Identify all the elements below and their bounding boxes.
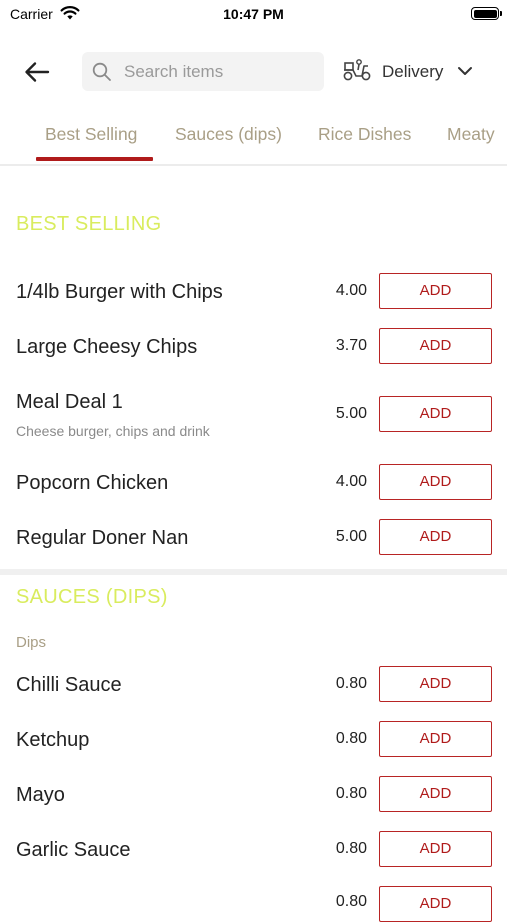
- section-divider: [0, 569, 507, 575]
- add-button[interactable]: ADD: [379, 328, 492, 364]
- delivery-label: Delivery: [382, 62, 444, 81]
- item-name: Mayo: [16, 784, 65, 806]
- item-name: Chilli Sauce: [16, 674, 122, 696]
- item-price: 4.00: [335, 282, 367, 299]
- delivery-mode-selector[interactable]: Delivery: [342, 58, 473, 86]
- item-name: Regular Doner Nan: [16, 527, 189, 549]
- add-button[interactable]: ADD: [379, 886, 492, 922]
- item-description: Cheese burger, chips and drink: [16, 423, 210, 439]
- tab-rice-dishes[interactable]: Rice Dishes: [318, 124, 411, 145]
- item-name: Large Cheesy Chips: [16, 336, 198, 358]
- item-name: Garlic Sauce: [16, 839, 131, 861]
- item-name: Popcorn Chicken: [16, 472, 169, 494]
- search-bar[interactable]: [82, 52, 324, 91]
- add-button[interactable]: ADD: [379, 776, 492, 812]
- item-price: 5.00: [335, 528, 367, 545]
- back-button[interactable]: [20, 56, 54, 88]
- status-time: 10:47 PM: [223, 6, 284, 22]
- item-price: 0.80: [335, 730, 367, 747]
- subsection-label: Dips: [16, 634, 47, 651]
- item-name: 1/4lb Burger with Chips: [16, 281, 223, 303]
- add-button[interactable]: ADD: [379, 396, 492, 432]
- category-tabs: Best Selling Sauces (dips) Rice Dishes M…: [0, 112, 507, 166]
- tab-sauces-dips[interactable]: Sauces (dips): [175, 124, 282, 145]
- item-name: Ketchup: [16, 729, 90, 751]
- item-price: 4.00: [335, 473, 367, 490]
- tab-best-selling[interactable]: Best Selling: [45, 124, 137, 145]
- section-title-best-selling: BEST SELLING: [16, 213, 162, 235]
- scooter-icon: [342, 58, 372, 87]
- search-input[interactable]: [122, 60, 306, 83]
- item-price: 0.80: [335, 840, 367, 857]
- add-button[interactable]: ADD: [379, 464, 492, 500]
- tab-meaty[interactable]: Meaty: [447, 124, 495, 145]
- active-tab-indicator: [36, 157, 153, 161]
- item-name: Meal Deal 1: [16, 391, 123, 413]
- section-title-sauces: SAUCES (DIPS): [16, 586, 168, 608]
- add-button[interactable]: ADD: [379, 666, 492, 702]
- item-price: 0.80: [335, 675, 367, 692]
- item-price: 0.80: [335, 785, 367, 802]
- search-icon: [92, 62, 112, 82]
- add-button[interactable]: ADD: [379, 519, 492, 555]
- add-button[interactable]: ADD: [379, 831, 492, 867]
- back-arrow-icon: [25, 62, 50, 82]
- item-price: 5.00: [335, 405, 367, 422]
- battery-icon: [471, 7, 502, 20]
- chevron-down-icon: [457, 63, 473, 81]
- add-button[interactable]: ADD: [379, 721, 492, 757]
- add-button[interactable]: ADD: [379, 273, 492, 309]
- item-price: 3.70: [335, 337, 367, 354]
- status-bar: Carrier 10:47 PM: [0, 0, 507, 30]
- item-price: 0.80: [335, 893, 367, 910]
